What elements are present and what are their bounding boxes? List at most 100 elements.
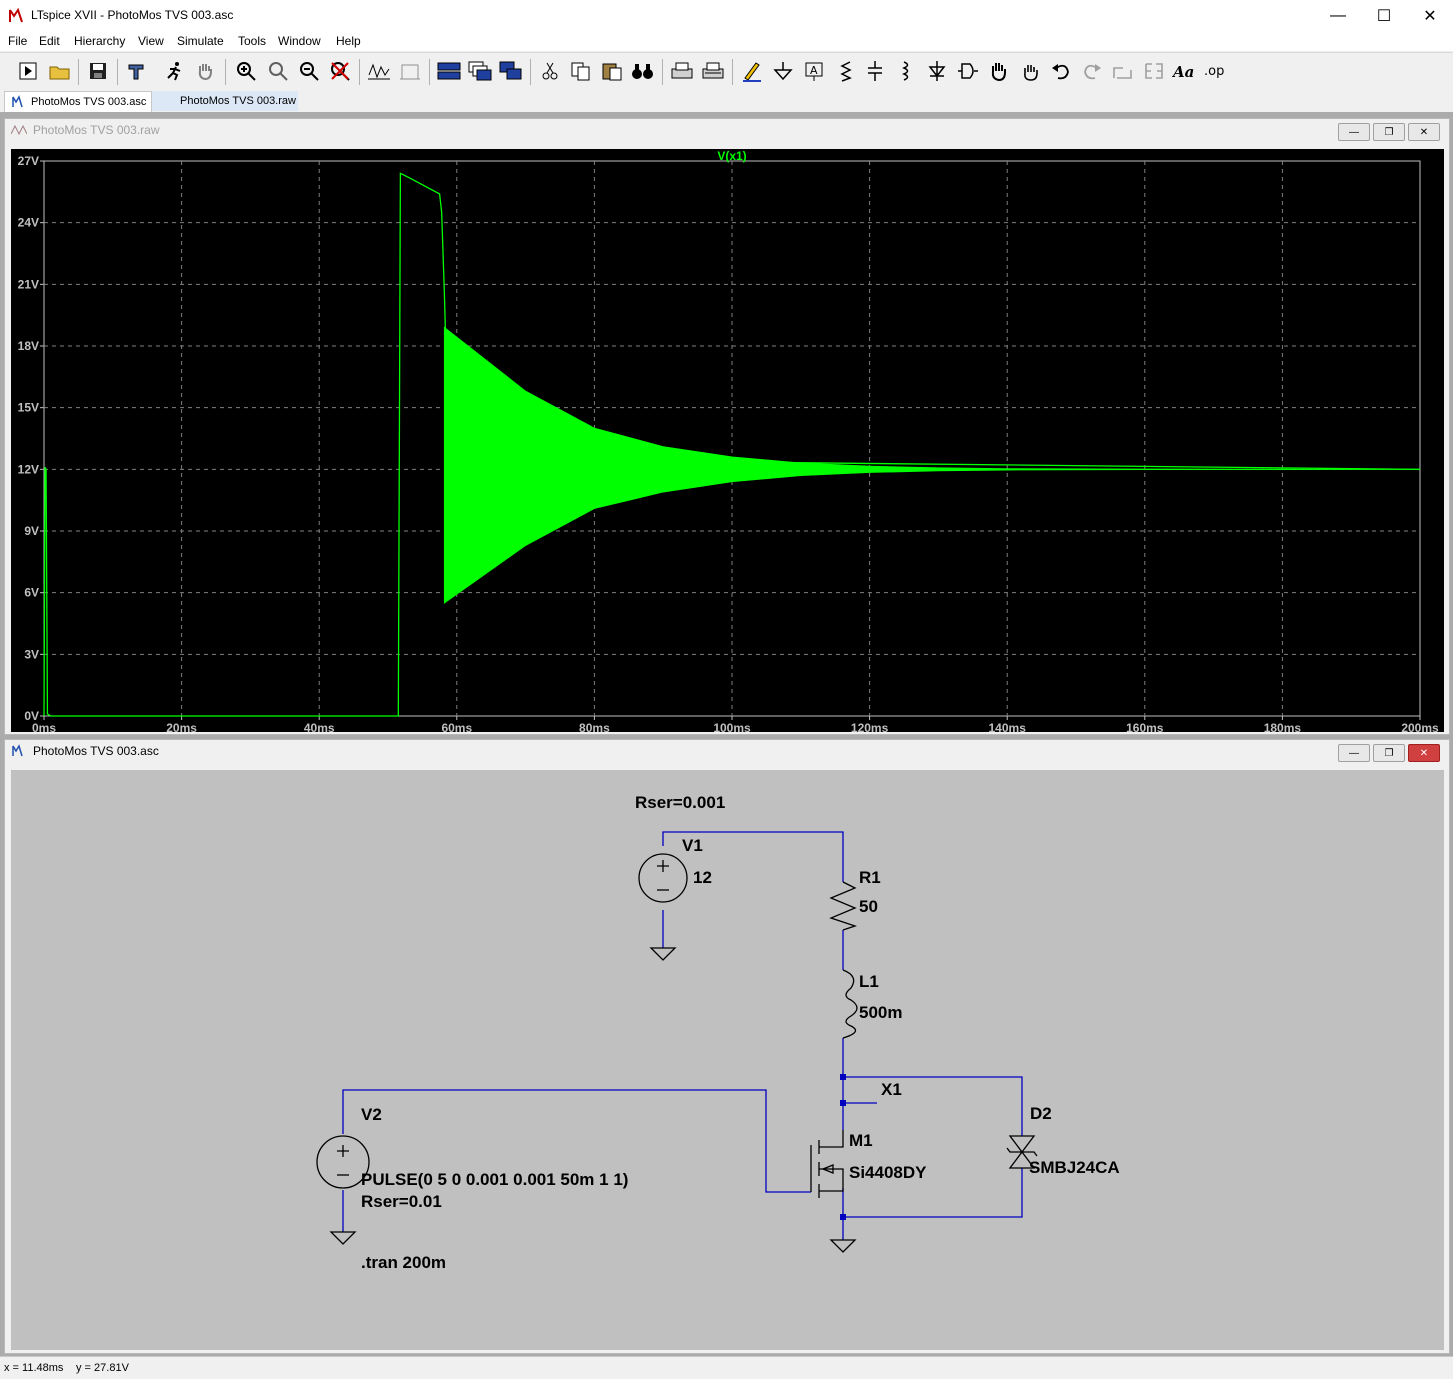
rotate-button[interactable] (1110, 58, 1136, 84)
save-button[interactable] (85, 58, 111, 84)
menu-edit[interactable]: Edit (39, 34, 60, 48)
new-schematic-button[interactable] (15, 58, 41, 84)
minimize-button[interactable]: — (1315, 0, 1361, 31)
menu-bar: File Edit Hierarchy View Simulate Tools … (0, 31, 1453, 51)
diode-button[interactable] (924, 58, 950, 84)
open-button[interactable] (47, 58, 73, 84)
halt-button[interactable] (193, 58, 219, 84)
l1-name: L1 (859, 972, 879, 991)
menu-hierarchy[interactable]: Hierarchy (74, 34, 125, 48)
menu-simulate[interactable]: Simulate (177, 34, 224, 48)
hammer-icon (128, 64, 144, 80)
schematic-close-button[interactable]: ✕ (1408, 744, 1440, 762)
text-icon: Aa (1172, 63, 1194, 81)
waveform-close-button[interactable]: ✕ (1408, 123, 1440, 141)
zoom-out-button[interactable] (296, 58, 322, 84)
tab-schematic[interactable]: PhotoMos TVS 003.asc (4, 91, 152, 112)
play-doc-icon (19, 62, 37, 80)
zoom-in-icon (237, 62, 256, 81)
menu-window[interactable]: Window (278, 34, 321, 48)
close-all-button[interactable] (498, 58, 524, 84)
v2-plus (337, 1145, 349, 1157)
inductor-button[interactable] (893, 58, 919, 84)
floppy-icon (90, 63, 106, 79)
schematic-window-titlebar: PhotoMos TVS 003.asc — ❐ ✕ (5, 740, 1449, 762)
status-x-readout: x = 11.48ms (4, 1362, 64, 1374)
paste-icon (602, 63, 622, 81)
schematic-canvas[interactable]: Rser=0.001 V1 12 R1 50 L1 500m X1 M1 Si4… (11, 770, 1444, 1350)
control-panel-button[interactable] (124, 58, 150, 84)
m1-value: Si4408DY (849, 1163, 927, 1182)
diode-icon (928, 61, 946, 81)
tab-schematic-label: PhotoMos TVS 003.asc (31, 96, 147, 108)
cascade-icon (468, 61, 492, 81)
print-button[interactable] (669, 58, 695, 84)
component-button[interactable] (955, 58, 981, 84)
zoom-out-icon (300, 62, 319, 81)
paste-button[interactable] (599, 58, 625, 84)
redo-button[interactable] (1079, 58, 1105, 84)
copy-button[interactable] (568, 58, 594, 84)
waveform-restore-button[interactable]: ❐ (1373, 123, 1405, 141)
v1-name: V1 (682, 836, 703, 855)
schematic-drawing[interactable]: Rser=0.001 V1 12 R1 50 L1 500m X1 M1 Si4… (11, 770, 1444, 1350)
waveform-plot-area[interactable]: 0ms 20ms 40ms 60ms 80ms 100ms 120ms 140ms 160ms 1… (11, 149, 1444, 735)
zoom-cancel-button[interactable] (327, 58, 353, 84)
v2-value: PULSE(0 5 0 0.001 0.001 50m 1 1) (361, 1170, 628, 1189)
cascade-button[interactable] (467, 58, 493, 84)
redo-icon (1084, 64, 1101, 80)
schematic-window: PhotoMos TVS 003.asc — ❐ ✕ Rser=0.001 V1… (4, 739, 1450, 1354)
mirror-button[interactable] (1141, 58, 1167, 84)
x-tick-label: 120ms (851, 721, 889, 732)
maximize-button[interactable]: ☐ (1361, 0, 1407, 31)
menu-tools[interactable]: Tools (238, 34, 266, 48)
tab-waveform[interactable]: PhotoMos TVS 003.raw (152, 91, 298, 111)
tile-horizontal-icon (437, 62, 461, 80)
print-setup-button[interactable] (700, 58, 726, 84)
find-button[interactable] (630, 58, 656, 84)
toolbar: A Aa .op (0, 52, 1453, 91)
ground-icon (773, 62, 793, 81)
y-tick-label: 27V (18, 154, 39, 168)
schematic-minimize-button[interactable]: — (1338, 744, 1370, 762)
ground-button[interactable] (770, 58, 796, 84)
autorange-button[interactable] (366, 58, 392, 84)
spice-directive-button[interactable]: .op (1203, 58, 1229, 84)
move-button[interactable] (986, 58, 1012, 84)
v1-plus (657, 860, 669, 872)
drag-button[interactable] (1017, 58, 1043, 84)
component-icon (958, 63, 978, 79)
rotate-icon (1113, 67, 1132, 79)
resistor-button[interactable] (832, 58, 858, 84)
undo-button[interactable] (1048, 58, 1074, 84)
r1-value: 50 (859, 897, 878, 916)
r1-symbol (829, 881, 858, 931)
svg-text:Aa: Aa (1172, 63, 1194, 81)
text-button[interactable]: Aa (1172, 58, 1198, 84)
zoom-full-button[interactable] (265, 58, 291, 84)
schematic-window-icon (12, 744, 23, 757)
capacitor-button[interactable] (862, 58, 888, 84)
document-tabs: PhotoMos TVS 003.asc PhotoMos TVS 003.ra… (0, 90, 1453, 112)
copy-icon (571, 62, 590, 81)
close-button[interactable]: ✕ (1407, 0, 1453, 31)
cut-button[interactable] (537, 58, 563, 84)
y-tick-label: 15V (18, 401, 39, 415)
plot-settings-button[interactable] (397, 58, 423, 84)
run-button[interactable] (162, 58, 188, 84)
v2-param: Rser=0.01 (361, 1192, 442, 1211)
menu-help[interactable]: Help (336, 34, 361, 48)
ltspice-app-icon (9, 8, 23, 23)
tile-horizontal-button[interactable] (436, 58, 462, 84)
menu-file[interactable]: File (8, 34, 27, 48)
waveform-minimize-button[interactable]: — (1338, 123, 1370, 141)
schematic-restore-button[interactable]: ❐ (1373, 744, 1405, 762)
pencil-icon (743, 62, 761, 82)
waveform-plot[interactable]: 0ms 20ms 40ms 60ms 80ms 100ms 120ms 140ms 160ms 1… (11, 149, 1444, 735)
window-titlebar: LTspice XVII - PhotoMos TVS 003.asc — ☐ … (0, 0, 1453, 31)
label-net-button[interactable]: A (801, 58, 827, 84)
waveform-window: PhotoMos TVS 003.raw — ❐ ✕ 0ms 20ms 40ms 60… (4, 118, 1450, 735)
menu-view[interactable]: View (138, 34, 164, 48)
draw-wire-button[interactable] (739, 58, 765, 84)
zoom-in-button[interactable] (233, 58, 259, 84)
